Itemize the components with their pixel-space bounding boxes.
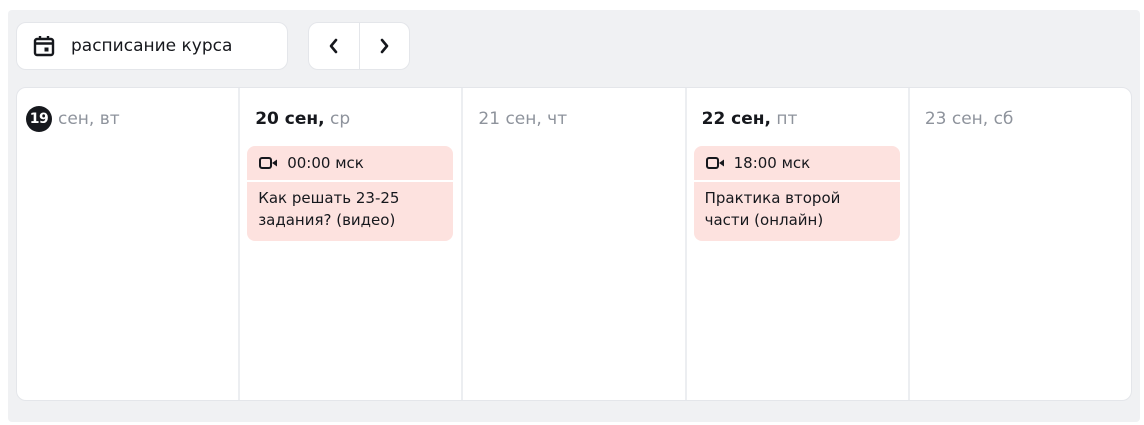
video-icon bbox=[259, 157, 278, 169]
event-title: Как решать 23-25 задания? (видео) bbox=[247, 182, 453, 241]
day-weekday: пт bbox=[776, 109, 798, 129]
course-schedule-button[interactable]: расписание курса bbox=[16, 22, 288, 70]
day-month: сен, bbox=[58, 109, 95, 129]
day-date: 22 сен, bbox=[701, 109, 771, 129]
day-column: 21 сен, чт bbox=[461, 88, 684, 400]
day-weekday: вт bbox=[99, 109, 120, 129]
event-time: 18:00 мск bbox=[733, 154, 811, 172]
day-header: 21 сен, чт bbox=[470, 106, 676, 132]
day-date: 20 сен, bbox=[255, 109, 325, 129]
event-title: Практика второй части (онлайн) bbox=[694, 182, 900, 241]
day-weekday: ср bbox=[330, 109, 351, 129]
next-week-button[interactable] bbox=[358, 23, 410, 69]
day-column: 20 сен, ср 00:00 мск Как решать 23-25 за… bbox=[238, 88, 461, 400]
day-header: 19 сен, вт bbox=[24, 106, 230, 132]
day-column: 22 сен, пт 18:00 мск Практика второй час… bbox=[684, 88, 908, 400]
calendar-icon bbox=[33, 35, 55, 57]
day-date: 23 сен, сб bbox=[924, 109, 1014, 129]
event-time-row: 00:00 мск bbox=[247, 146, 454, 182]
toolbar: расписание курса bbox=[16, 22, 410, 70]
event-card[interactable]: 00:00 мск Как решать 23-25 задания? (вид… bbox=[247, 146, 454, 241]
event-title-line: Как решать 23-25 bbox=[258, 189, 400, 207]
event-time: 00:00 мск bbox=[287, 154, 364, 172]
day-column: 19 сен, вт bbox=[17, 88, 238, 400]
chevron-right-icon bbox=[380, 38, 389, 54]
day-column: 23 сен, сб bbox=[907, 88, 1131, 400]
day-header: 22 сен, пт bbox=[694, 106, 900, 132]
week-navigation bbox=[308, 22, 410, 70]
video-icon bbox=[705, 157, 724, 169]
event-title-line: задания? (видео) bbox=[258, 211, 396, 229]
course-schedule-label: расписание курса bbox=[71, 36, 233, 56]
chevron-left-icon bbox=[329, 38, 338, 54]
previous-week-button[interactable] bbox=[309, 23, 359, 69]
day-date: 21 сен, чт bbox=[478, 109, 568, 129]
event-card[interactable]: 18:00 мск Практика второй части (онлайн) bbox=[693, 146, 900, 241]
today-badge: 19 bbox=[26, 106, 52, 132]
event-title-line: Практика второй bbox=[704, 189, 841, 207]
day-header: 23 сен, сб bbox=[917, 106, 1123, 132]
week-grid: 19 сен, вт 20 сен, ср 00:00 мск Как реша… bbox=[16, 87, 1132, 401]
day-header: 20 сен, ср bbox=[247, 106, 453, 132]
event-title-line: части (онлайн) bbox=[704, 211, 824, 229]
event-time-row: 18:00 мск bbox=[693, 146, 900, 182]
